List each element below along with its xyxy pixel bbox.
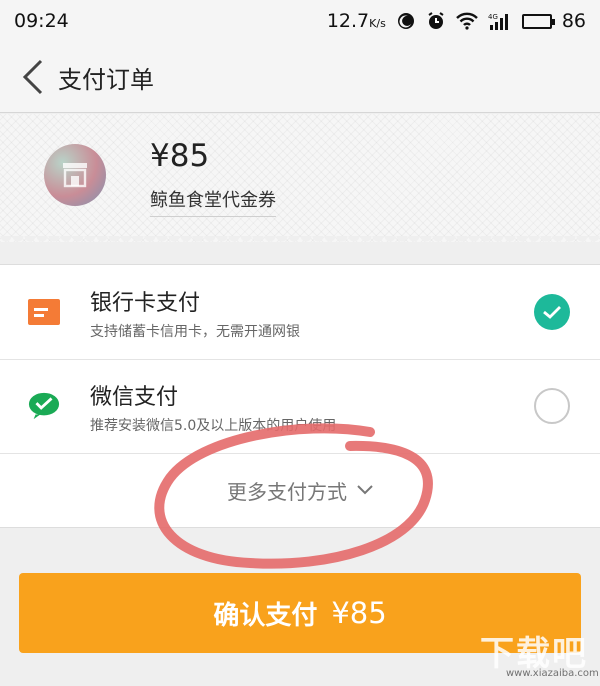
chevron-down-icon bbox=[357, 485, 373, 495]
status-icons: 12.7K/s 4G 86 bbox=[327, 10, 586, 32]
merchant-logo bbox=[44, 144, 106, 206]
order-summary-card bbox=[0, 114, 600, 248]
confirm-payment-button[interactable]: 确认支付 ¥85 bbox=[19, 573, 581, 653]
payment-method-title: 微信支付 bbox=[90, 385, 179, 410]
order-item-name: 鲸鱼食堂代金券 bbox=[150, 186, 276, 217]
payment-method-desc: 支持储蓄卡信用卡，无需开通网银 bbox=[90, 324, 300, 340]
unselected-radio[interactable] bbox=[534, 388, 570, 424]
order-amount: ¥85 bbox=[150, 138, 210, 174]
status-time: 09:24 bbox=[14, 10, 69, 32]
payment-method-bank-card[interactable]: 银行卡支付 支持储蓄卡信用卡，无需开通网银 bbox=[0, 265, 600, 360]
more-payment-methods-button[interactable]: 更多支付方式 bbox=[0, 453, 600, 527]
payment-method-desc: 推荐安装微信5.0及以上版本的用户使用 bbox=[90, 418, 337, 434]
signal-4g-icon: 4G bbox=[488, 12, 512, 30]
do-not-disturb-icon bbox=[396, 11, 416, 31]
network-type-label: 4G bbox=[488, 13, 498, 21]
checkmark-icon bbox=[543, 306, 561, 319]
selected-radio[interactable] bbox=[534, 294, 570, 330]
wifi-icon bbox=[455, 12, 478, 30]
alarm-icon bbox=[426, 11, 446, 31]
payment-method-title: 银行卡支付 bbox=[90, 291, 201, 316]
payment-method-list: 银行卡支付 支持储蓄卡信用卡，无需开通网银 微信支付 推荐安装微信5.0及以上版… bbox=[0, 264, 600, 528]
bank-card-icon bbox=[28, 297, 60, 327]
page-title: 支付订单 bbox=[58, 65, 154, 94]
watermark-url: www.xiazaiba.com bbox=[506, 668, 599, 679]
network-speed-unit: K/s bbox=[369, 17, 386, 30]
payment-method-wechat[interactable]: 微信支付 推荐安装微信5.0及以上版本的用户使用 bbox=[0, 359, 600, 454]
back-button[interactable] bbox=[8, 42, 58, 112]
back-arrow-icon bbox=[22, 59, 43, 95]
more-payment-methods-label: 更多支付方式 bbox=[227, 479, 347, 504]
confirm-payment-amount: ¥85 bbox=[331, 596, 387, 630]
wechat-icon bbox=[28, 391, 60, 421]
confirm-payment-label: 确认支付 bbox=[213, 600, 318, 631]
battery-percent: 86 bbox=[561, 10, 586, 32]
network-speed: 12.7K/s bbox=[327, 10, 386, 32]
nav-bar: 支付订单 bbox=[0, 42, 600, 113]
network-speed-value: 12.7 bbox=[326, 10, 370, 32]
ticket-edge bbox=[0, 236, 600, 248]
status-bar: 09:24 12.7K/s 4G 86 bbox=[0, 0, 600, 42]
battery-icon bbox=[521, 13, 555, 29]
store-icon bbox=[63, 163, 87, 188]
